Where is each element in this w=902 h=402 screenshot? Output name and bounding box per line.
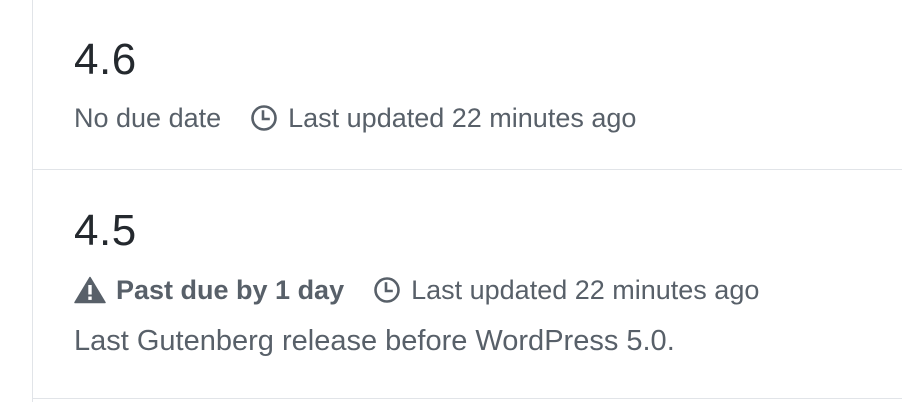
past-due-text: Past due by 1 day [116,274,345,305]
milestones-list: 4.6 No due date Last updated 22 minutes … [32,0,902,402]
milestone-item: 4.5 Past due by 1 day Last updated 22 mi… [33,170,902,399]
milestone-meta: Past due by 1 day Last updated 22 minute… [74,276,759,304]
last-updated: Last updated 22 minutes ago [250,104,636,132]
milestone-meta: No due date Last updated 22 minutes ago [74,104,636,132]
milestone-description: Last Gutenberg release before WordPress … [74,325,675,357]
last-updated-text: Last updated 22 minutes ago [411,274,760,305]
milestone-title[interactable]: 4.6 [74,38,137,82]
due-date-status: No due date [74,102,222,133]
clock-icon [250,104,278,132]
last-updated-text: Last updated 22 minutes ago [288,102,637,133]
milestone-item: 4.6 No due date Last updated 22 minutes … [33,0,902,170]
due-date-status: Past due by 1 day [74,276,344,304]
clock-icon [373,276,401,304]
milestone-title[interactable]: 4.5 [74,209,137,253]
alert-icon [74,276,106,304]
due-date-text: No due date [74,102,222,133]
last-updated: Last updated 22 minutes ago [373,276,759,304]
